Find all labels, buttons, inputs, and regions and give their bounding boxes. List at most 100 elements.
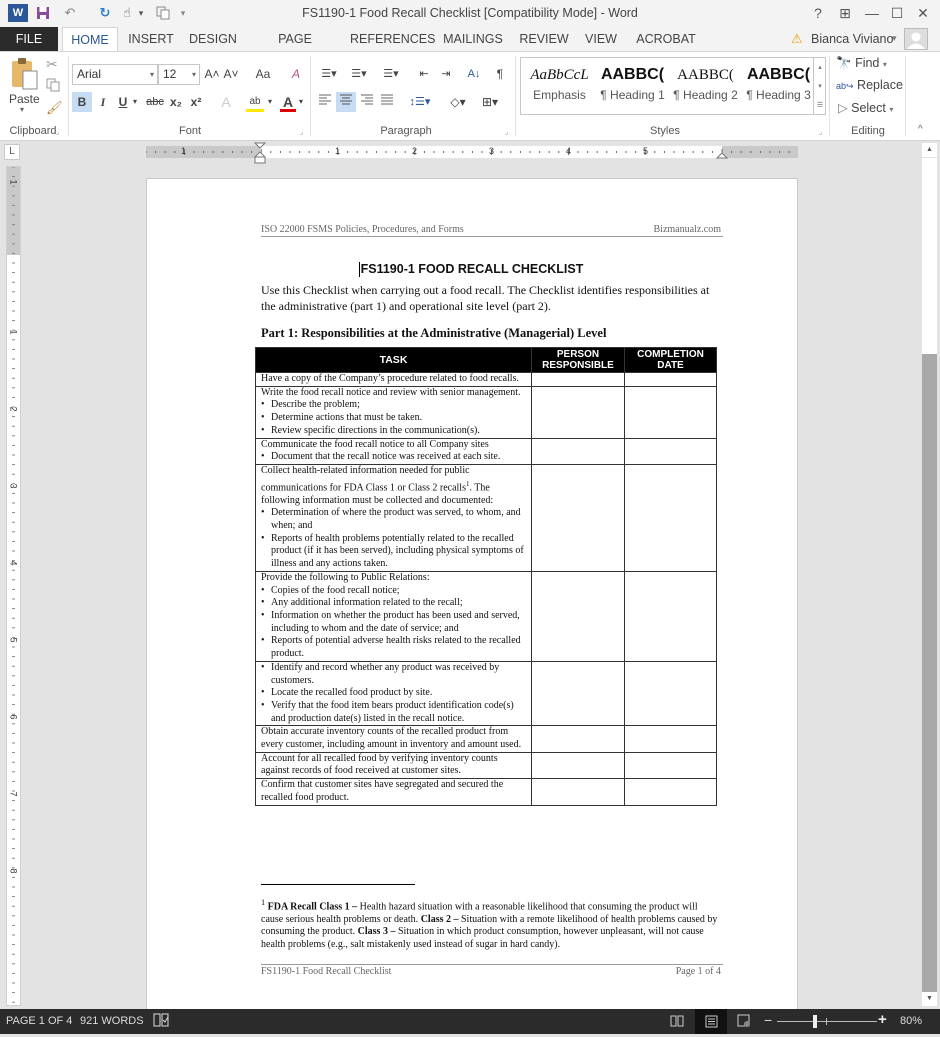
tab-references[interactable]: REFERENCES [350, 27, 435, 51]
paste-icon[interactable] [10, 57, 38, 91]
task-cell[interactable]: Write the food recall notice and review … [255, 385, 532, 439]
clear-formatting-button[interactable]: A [288, 64, 304, 84]
person-responsible-cell[interactable] [531, 437, 625, 465]
web-layout-icon[interactable] [737, 1014, 751, 1031]
font-color-button[interactable]: A [280, 92, 296, 112]
word-count[interactable]: 921 WORDS [80, 1015, 144, 1027]
maximize-button[interactable]: ☐ [886, 3, 908, 23]
font-size-combo[interactable]: 12 ▾ [158, 64, 200, 85]
print-layout-button[interactable] [695, 1009, 727, 1034]
collapse-ribbon-icon[interactable]: ^ [918, 124, 923, 135]
task-cell[interactable]: Communicate the food recall notice to al… [255, 437, 532, 465]
tab-home[interactable]: HOME [62, 27, 118, 51]
style-heading-3[interactable]: AABBC( ¶ Heading 3 [742, 62, 815, 102]
shading-button[interactable]: ◇▾ [444, 92, 472, 112]
task-cell[interactable]: Confirm that customer sites have segrega… [255, 778, 532, 806]
underline-dropdown-icon[interactable]: ▾ [131, 92, 139, 112]
multilevel-list-button[interactable]: ☰▾ [376, 64, 406, 84]
numbering-button[interactable]: ☰▾ [346, 64, 372, 84]
tab-mailings[interactable]: MAILINGS [440, 27, 506, 51]
read-mode-icon[interactable] [670, 1014, 684, 1031]
completion-date-cell[interactable] [624, 570, 717, 662]
completion-date-cell[interactable] [624, 751, 717, 780]
person-responsible-cell[interactable] [531, 778, 625, 806]
tab-view[interactable]: VIEW [582, 27, 620, 51]
tab-insert[interactable]: INSERT [124, 27, 178, 51]
zoom-slider-thumb[interactable] [813, 1015, 818, 1028]
zoom-in-button[interactable]: + [878, 1011, 887, 1028]
superscript-button[interactable]: x² [188, 92, 204, 112]
minimize-button[interactable]: — [861, 3, 883, 23]
decrease-indent-button[interactable]: ⇤ [415, 64, 433, 84]
align-right-button[interactable] [358, 92, 376, 112]
scrollbar-track[interactable] [922, 158, 937, 354]
format-painter-icon[interactable]: 🖌 [46, 100, 63, 116]
completion-date-cell[interactable] [624, 385, 717, 439]
font-color-dropdown-icon[interactable]: ▾ [297, 92, 305, 112]
borders-button[interactable]: ⊞▾ [476, 92, 504, 112]
grow-font-button[interactable]: A˄ [204, 64, 220, 84]
completion-date-cell[interactable] [624, 463, 717, 572]
document-page[interactable]: ISO 22000 FSMS Policies, Procedures, and… [146, 178, 798, 1018]
scroll-up-button[interactable]: ▲ [922, 143, 937, 157]
task-cell[interactable]: Obtain accurate inventory counts of the … [255, 725, 532, 753]
right-indent-marker[interactable] [716, 151, 728, 159]
task-cell[interactable]: Have a copy of the Company’s procedure r… [255, 372, 532, 387]
copy-icon[interactable] [46, 78, 60, 92]
styles-scroll-controls[interactable]: ▴ ▾ ☰ [813, 58, 826, 115]
align-left-button[interactable] [316, 92, 334, 112]
bullets-button[interactable]: ☰▾ [316, 64, 342, 84]
select-button[interactable]: ▷ Select ▾ [838, 100, 893, 115]
increase-indent-button[interactable]: ⇥ [437, 64, 455, 84]
completion-date-cell[interactable] [624, 778, 717, 806]
ribbon-display-options-button[interactable]: ⊞ [834, 3, 856, 23]
completion-date-cell[interactable] [624, 437, 717, 465]
underline-button[interactable]: U [116, 92, 130, 112]
cut-icon[interactable]: ✂ [46, 56, 58, 73]
task-cell[interactable]: Collect health-related information neede… [255, 463, 532, 572]
styles-launcher-icon[interactable]: ⌟ [819, 128, 822, 136]
scrollbar-thumb[interactable] [922, 354, 937, 992]
clipboard-launcher-icon[interactable]: ⌟ [56, 128, 59, 136]
paste-dropdown-icon[interactable]: ▾ [20, 105, 24, 114]
person-responsible-cell[interactable] [531, 372, 625, 387]
paste-button[interactable]: Paste [9, 92, 40, 106]
tab-selector[interactable]: L [4, 144, 20, 160]
close-button[interactable]: ✕ [912, 3, 934, 23]
person-responsible-cell[interactable] [531, 570, 625, 662]
horizontal-ruler[interactable]: L 1 1 2 3 4 5 [0, 141, 920, 164]
indent-markers[interactable] [254, 142, 266, 164]
bold-button[interactable]: B [72, 92, 92, 112]
shrink-font-button[interactable]: A˅ [223, 64, 239, 84]
page-indicator[interactable]: PAGE 1 OF 4 [6, 1015, 72, 1027]
replace-button[interactable]: ab↪ Replace [836, 78, 903, 92]
vertical-ruler[interactable]: 1 1 2 3 4 5 6 7 8 [6, 166, 21, 1006]
tab-page-layout[interactable]: PAGE LAYOUT [252, 27, 338, 70]
justify-button[interactable] [378, 92, 396, 112]
tab-file[interactable]: FILE [0, 27, 58, 51]
person-responsible-cell[interactable] [531, 463, 625, 572]
task-cell[interactable]: Provide the following to Public Relation… [255, 570, 532, 662]
style-emphasis[interactable]: AaBbCcL Emphasis [523, 62, 596, 102]
align-center-button[interactable] [336, 92, 356, 112]
font-name-combo[interactable]: Arial ▾ [72, 64, 158, 85]
line-spacing-button[interactable]: ↕☰▾ [406, 92, 434, 112]
zoom-out-button[interactable]: − [764, 1012, 772, 1028]
task-cell[interactable]: Account for all recalled food by verifyi… [255, 751, 532, 780]
strikethrough-button[interactable]: abc [145, 92, 165, 112]
highlight-color-button[interactable]: ab [246, 92, 264, 112]
proofing-icon[interactable] [153, 1013, 169, 1030]
completion-date-cell[interactable] [624, 660, 717, 727]
user-dropdown-icon[interactable]: ▾ [892, 33, 897, 44]
person-responsible-cell[interactable] [531, 725, 625, 753]
user-name[interactable]: Bianca Viviano [811, 32, 893, 46]
sort-button[interactable]: A↓ [464, 64, 484, 84]
find-button[interactable]: 🔭 Find ▾ [836, 56, 887, 71]
style-heading-2[interactable]: AABBC( ¶ Heading 2 [669, 62, 742, 102]
highlight-dropdown-icon[interactable]: ▾ [266, 92, 274, 112]
task-cell[interactable]: Identify and record whether any product … [255, 660, 532, 727]
text-effects-button[interactable]: A [218, 92, 234, 112]
change-case-button[interactable]: Aa [250, 64, 276, 84]
show-hide-formatting-button[interactable]: ¶ [492, 64, 508, 84]
paragraph-launcher-icon[interactable]: ⌟ [505, 128, 508, 136]
